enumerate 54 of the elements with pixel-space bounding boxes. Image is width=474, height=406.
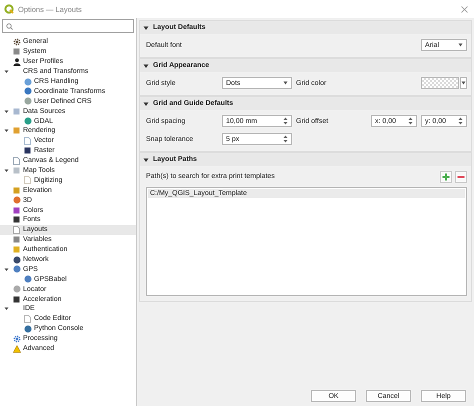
add-path-button[interactable] xyxy=(440,170,452,182)
square-icon xyxy=(13,236,20,244)
person-icon xyxy=(12,58,20,66)
collapse-arrow-icon[interactable] xyxy=(4,69,9,74)
warning-icon xyxy=(12,344,20,353)
color-swatch-button[interactable] xyxy=(421,77,459,89)
circle-icon xyxy=(24,87,32,96)
collapse-arrow-icon[interactable] xyxy=(4,168,9,174)
circle-icon xyxy=(24,324,32,333)
circle-icon xyxy=(12,285,20,294)
collapse-arrow-icon xyxy=(143,100,149,106)
page-icon xyxy=(24,136,31,145)
search-icon xyxy=(6,22,13,30)
square-icon xyxy=(13,48,20,56)
gear-icon xyxy=(12,38,20,46)
collapse-arrow-icon[interactable] xyxy=(4,266,9,272)
page-icon xyxy=(24,314,31,323)
page-icon xyxy=(13,156,20,165)
square-icon xyxy=(13,186,20,194)
close-icon[interactable] xyxy=(461,6,468,12)
dropdown-arrow-icon xyxy=(283,81,288,85)
spin-arrows-icon xyxy=(408,117,413,125)
spin-arrows-icon xyxy=(283,117,288,125)
circle-icon xyxy=(24,275,32,284)
plus-icon xyxy=(442,172,450,180)
collapse-arrow-icon[interactable] xyxy=(4,306,9,312)
collapse-arrow-icon xyxy=(143,24,149,30)
square-icon xyxy=(24,147,31,154)
color-menu-button[interactable] xyxy=(460,77,467,89)
spin-arrows-icon xyxy=(283,135,288,143)
dropdown-arrow-icon xyxy=(458,43,463,47)
search-field[interactable] xyxy=(2,19,134,33)
circle-icon xyxy=(24,78,32,86)
circle-icon xyxy=(24,97,32,106)
square-icon xyxy=(13,127,20,134)
gear-icon xyxy=(12,334,20,343)
square-icon xyxy=(13,167,20,174)
square-icon xyxy=(13,296,20,303)
square-icon xyxy=(13,108,20,115)
collapse-arrow-icon[interactable] xyxy=(4,108,9,114)
collapse-arrow-icon[interactable] xyxy=(4,128,9,134)
square-icon xyxy=(13,246,20,254)
page-icon xyxy=(13,226,20,234)
page-icon xyxy=(24,176,31,184)
spin-arrows-icon xyxy=(458,117,463,125)
dropdown-arrow-icon xyxy=(461,81,466,85)
square-icon xyxy=(13,216,20,224)
remove-path-button[interactable] xyxy=(455,170,467,182)
circle-icon xyxy=(12,196,20,204)
square-icon xyxy=(13,206,20,214)
circle-icon xyxy=(24,117,32,126)
collapse-arrow-icon xyxy=(143,156,149,162)
logo-icon xyxy=(4,4,14,14)
collapse-arrow-icon xyxy=(143,62,149,68)
